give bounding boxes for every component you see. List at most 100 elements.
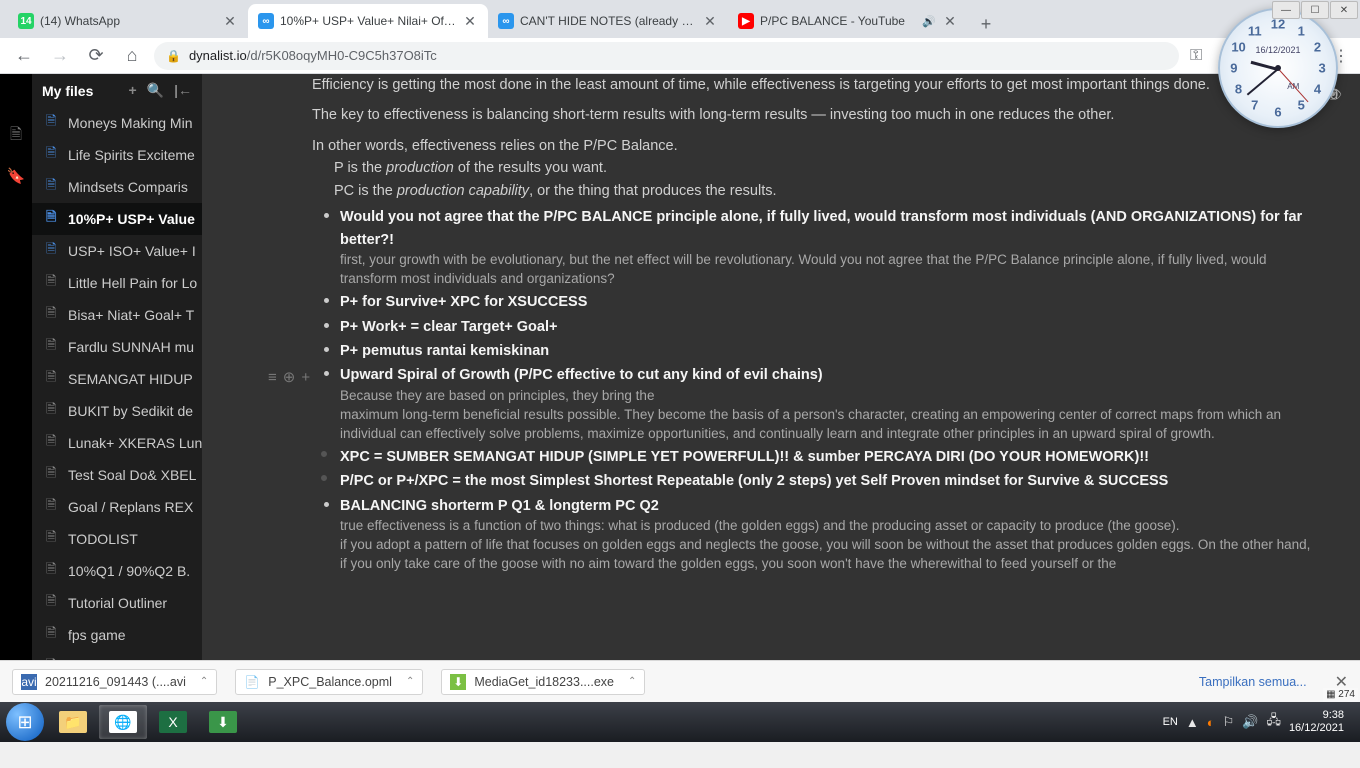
tab-close-icon[interactable]: ✕ bbox=[702, 13, 718, 29]
sidebar-file-item[interactable]: 🗎BUKIT by Sedikit de bbox=[32, 395, 202, 427]
sidebar-file-item[interactable]: 🗎Tutorial Outliner bbox=[32, 587, 202, 619]
sidebar-file-item[interactable]: 🗎Moneys Making Min bbox=[32, 107, 202, 139]
browser-tab[interactable]: ▶P/PC BALANCE - YouTube🔊✕ bbox=[728, 4, 968, 38]
window-maximize[interactable]: ☐ bbox=[1301, 1, 1329, 19]
tray-chevron-icon[interactable]: ▲ bbox=[1186, 715, 1199, 730]
task-mediaget[interactable]: ⬇ bbox=[199, 705, 247, 739]
sidebar-file-item[interactable]: 🗎Goal / Replans REX bbox=[32, 491, 202, 523]
sidebar-file-item[interactable]: 🗎TODOLIST bbox=[32, 523, 202, 555]
language-indicator[interactable]: EN bbox=[1163, 716, 1178, 728]
sidebar-file-item[interactable]: 🗎10%Q1 / 90%Q2 B. bbox=[32, 555, 202, 587]
url-input[interactable]: 🔒 dynalist.io/d/r5K08oqyMH0-C9C5h37O8iTc bbox=[154, 42, 1179, 70]
add-file-icon[interactable]: + bbox=[128, 82, 136, 99]
list-item[interactable]: P+ pemutus rantai kemiskinan bbox=[340, 340, 1320, 362]
browser-chrome: 14(14) WhatsApp✕∞10%P+ USP+ Value+ Nilai… bbox=[0, 0, 1360, 74]
sidebar-file-item[interactable]: 🗎10%P+ USP+ Value bbox=[32, 203, 202, 235]
sidebar-file-item[interactable]: 🗎fps game bbox=[32, 619, 202, 651]
downloads-bar: avi20211216_091443 (....avi⌃📄P_XPC_Balan… bbox=[0, 660, 1360, 702]
download-chevron-icon[interactable]: ⌃ bbox=[406, 676, 414, 687]
file-label: 10%Q1 / 90%Q2 B. bbox=[68, 563, 190, 579]
file-label: TODOLIST bbox=[68, 531, 138, 547]
sidebar-file-item[interactable]: 🗎Life Spirits Exciteme bbox=[32, 139, 202, 171]
sidebar-file-item[interactable]: 🗎Bisa+ Niat+ Goal+ T bbox=[32, 299, 202, 331]
show-all-downloads[interactable]: Tampilkan semua... bbox=[1199, 675, 1307, 689]
bullet-expandable-icon[interactable] bbox=[321, 451, 327, 457]
key-icon[interactable]: ⚿ bbox=[1187, 47, 1205, 65]
clock-date: 16/12/2021 bbox=[1255, 45, 1300, 55]
sidebar-title: My files bbox=[42, 83, 93, 99]
download-file-icon: avi bbox=[21, 674, 37, 690]
download-item[interactable]: ⬇MediaGet_id18233....exe⌃ bbox=[441, 669, 645, 695]
bullet-icon[interactable] bbox=[324, 323, 329, 328]
tray-action-icon[interactable]: ⚐ bbox=[1223, 714, 1235, 730]
reload-button[interactable]: ⟳ bbox=[82, 42, 110, 70]
sidebar-file-item[interactable]: 🗎Getting started with bbox=[32, 651, 202, 660]
list-item[interactable]: BALANCING shorterm P Q1 & longterm PC Q2… bbox=[340, 495, 1320, 574]
sidebar-file-item[interactable]: 🗎SEMANGAT HIDUP bbox=[32, 363, 202, 395]
list-item[interactable]: P+ for Survive+ XPC for XSUCCESS bbox=[340, 291, 1320, 313]
file-icon: 🗎 bbox=[46, 496, 60, 518]
download-chevron-icon[interactable]: ⌃ bbox=[628, 676, 636, 687]
sidebar-file-item[interactable]: 🗎Little Hell Pain for Lo bbox=[32, 267, 202, 299]
bookmark-icon[interactable]: 🔖 bbox=[7, 167, 26, 185]
paragraph[interactable]: P is the production of the results you w… bbox=[312, 157, 1320, 179]
tray-app-icon[interactable]: ◐ bbox=[1207, 715, 1215, 730]
forward-button[interactable]: → bbox=[46, 42, 74, 70]
drag-handle-icon[interactable]: ≡ bbox=[268, 366, 277, 389]
list-item[interactable]: P+ Work+ = clear Target+ Goal+ bbox=[340, 316, 1320, 338]
file-icon: 🗎 bbox=[46, 624, 60, 646]
window-close[interactable]: ✕ bbox=[1330, 1, 1358, 19]
bullet-icon[interactable] bbox=[324, 371, 329, 376]
list-item[interactable]: ≡ ⊕ + Upward Spiral of Growth (P/PC effe… bbox=[340, 364, 1320, 443]
bullet-icon[interactable] bbox=[324, 213, 329, 218]
search-files-icon[interactable]: 🔍 bbox=[147, 82, 164, 99]
tab-close-icon[interactable]: ✕ bbox=[942, 13, 958, 29]
collapse-sidebar-icon[interactable]: |← bbox=[174, 82, 192, 99]
doc-toolbar: 🔍 👁 bbox=[202, 74, 1360, 114]
tab-audio-icon[interactable]: 🔊 bbox=[922, 15, 936, 28]
zoom-icon[interactable]: ⊕ bbox=[283, 366, 296, 389]
browser-tab[interactable]: 14(14) WhatsApp✕ bbox=[8, 4, 248, 38]
clock-minute-hand bbox=[1247, 68, 1279, 95]
task-chrome[interactable]: 🌐 bbox=[99, 705, 147, 739]
download-chevron-icon[interactable]: ⌃ bbox=[200, 676, 208, 687]
tray-network-icon[interactable]: 🖧 bbox=[1266, 711, 1281, 733]
new-tab-button[interactable]: + bbox=[972, 10, 1000, 38]
bullet-expandable-icon[interactable] bbox=[321, 475, 327, 481]
expand-icon[interactable]: + bbox=[301, 366, 310, 389]
start-button[interactable]: ⊞ bbox=[6, 703, 44, 741]
sidebar-file-item[interactable]: 🗎Fardlu SUNNAH mu bbox=[32, 331, 202, 363]
document-main: Synced 🔍 👁 Efficiency is getting the mos… bbox=[202, 74, 1360, 660]
paragraph[interactable]: In other words, effectiveness relies on … bbox=[312, 135, 1320, 157]
task-explorer[interactable]: 📁 bbox=[49, 705, 97, 739]
paragraph[interactable]: PC is the production capability, or the … bbox=[312, 180, 1320, 202]
tray-volume-icon[interactable]: 🔊 bbox=[1242, 714, 1258, 730]
desktop-clock-gadget[interactable]: 12 1 2 3 4 5 6 7 8 9 10 11 16/12/2021 AM bbox=[1218, 8, 1338, 128]
files-icon[interactable]: 🗎 bbox=[10, 124, 22, 149]
bullet-icon[interactable] bbox=[324, 502, 329, 507]
list-item[interactable]: XPC = SUMBER SEMANGAT HIDUP (SIMPLE YET … bbox=[340, 446, 1320, 468]
tab-close-icon[interactable]: ✕ bbox=[222, 13, 238, 29]
home-button[interactable]: ⌂ bbox=[118, 42, 146, 70]
sidebar-file-item[interactable]: 🗎Test Soal Do& XBEL bbox=[32, 459, 202, 491]
document-content[interactable]: Efficiency is getting the most done in t… bbox=[202, 74, 1360, 594]
window-minimize[interactable]: — bbox=[1272, 1, 1300, 19]
back-button[interactable]: ← bbox=[10, 42, 38, 70]
download-item[interactable]: 📄P_XPC_Balance.opml⌃ bbox=[235, 669, 423, 695]
browser-tab[interactable]: ∞10%P+ USP+ Value+ Nilai+ Offer✕ bbox=[248, 4, 488, 38]
file-label: USP+ ISO+ Value+ I bbox=[68, 243, 196, 259]
tab-favicon: ▶ bbox=[738, 13, 754, 29]
task-excel[interactable]: X bbox=[149, 705, 197, 739]
systray-clock[interactable]: 9:38 16/12/2021 bbox=[1289, 709, 1344, 735]
browser-tab[interactable]: ∞CAN'T HIDE NOTES (already chan✕ bbox=[488, 4, 728, 38]
sidebar-file-item[interactable]: 🗎Lunak+ XKERAS Lun bbox=[32, 427, 202, 459]
sidebar-file-item[interactable]: 🗎Mindsets Comparis bbox=[32, 171, 202, 203]
file-label: BUKIT by Sedikit de bbox=[68, 403, 193, 419]
list-item[interactable]: P/PC or P+/XPC = the most Simplest Short… bbox=[340, 470, 1320, 492]
bullet-icon[interactable] bbox=[324, 347, 329, 352]
sidebar-file-item[interactable]: 🗎USP+ ISO+ Value+ I bbox=[32, 235, 202, 267]
bullet-icon[interactable] bbox=[324, 298, 329, 303]
list-item[interactable]: Would you not agree that the P/PC BALANC… bbox=[340, 206, 1320, 289]
tab-close-icon[interactable]: ✕ bbox=[462, 13, 478, 29]
download-item[interactable]: avi20211216_091443 (....avi⌃ bbox=[12, 669, 217, 695]
